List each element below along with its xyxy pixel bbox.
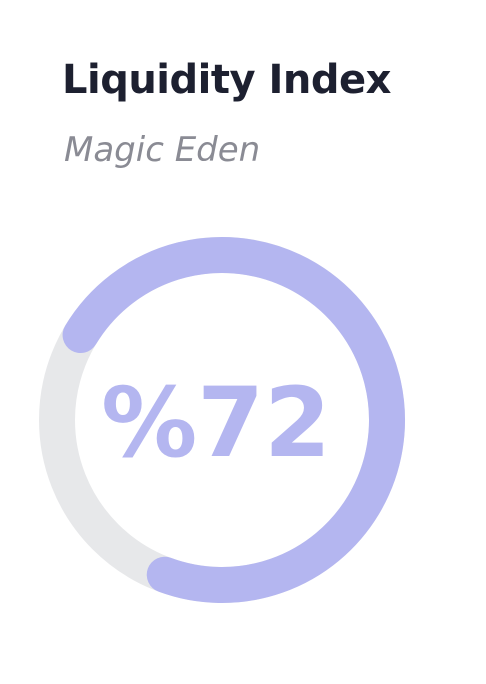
liquidity-gauge: %72 bbox=[32, 230, 412, 610]
gauge-svg: %72 bbox=[38, 237, 405, 603]
widget-subtitle: Magic Eden bbox=[64, 130, 261, 170]
liquidity-index-card: Liquidity Index Magic Eden %72 bbox=[0, 0, 486, 684]
widget-title: Liquidity Index bbox=[62, 57, 391, 103]
gauge-value-label: %72 bbox=[101, 367, 331, 479]
